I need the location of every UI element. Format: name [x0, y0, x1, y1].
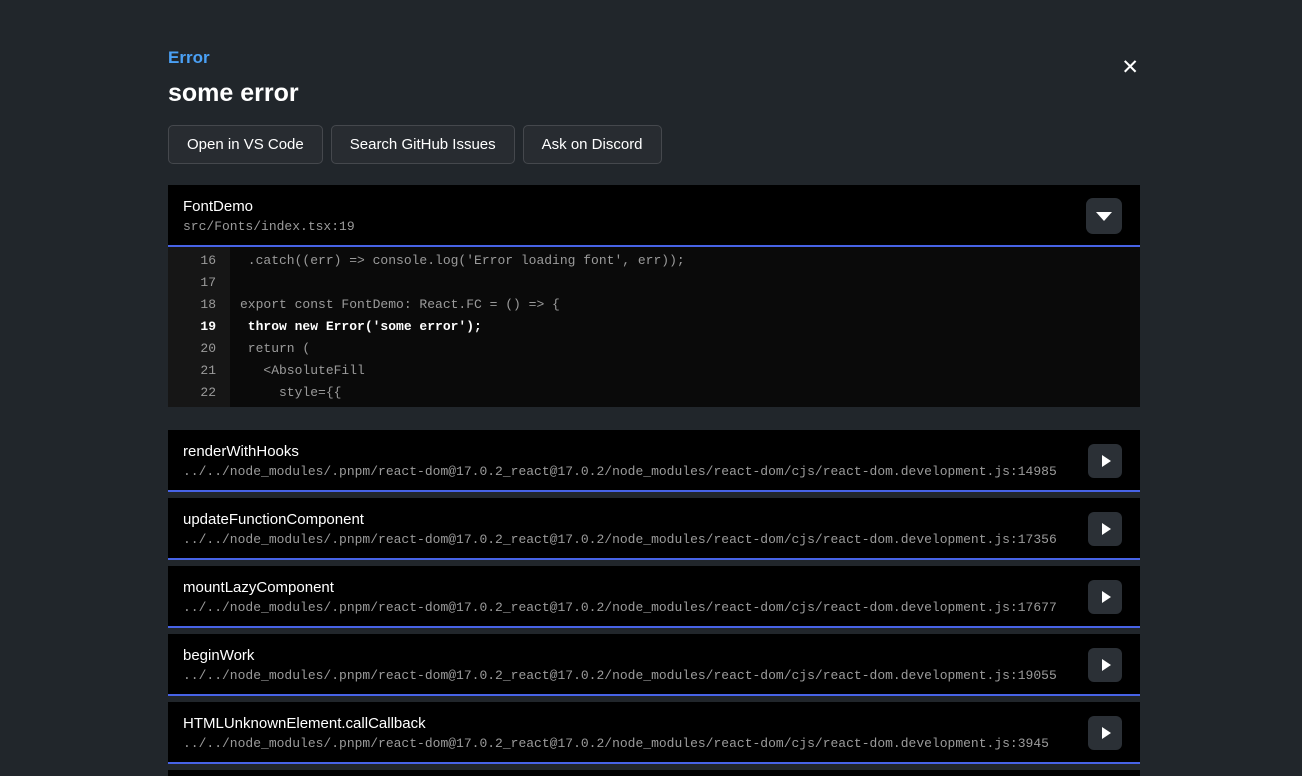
code-line: 20 return ( [168, 337, 1140, 359]
play-icon [1102, 591, 1111, 603]
code-text: .catch((err) => console.log('Error loadi… [230, 253, 685, 268]
line-number: 19 [168, 319, 230, 334]
stack-frame: renderWithHooks ../../node_modules/.pnpm… [168, 430, 1140, 492]
code-text: <AbsoluteFill [230, 363, 365, 378]
code-frame: FontDemo src/Fonts/index.tsx:19 16 .catc… [168, 185, 1140, 407]
ask-discord-button[interactable]: Ask on Discord [523, 125, 662, 164]
open-frame-button[interactable] [1088, 512, 1122, 546]
play-icon [1102, 659, 1111, 671]
stack-frame: mountLazyComponent ../../node_modules/.p… [168, 566, 1140, 628]
open-vscode-button[interactable]: Open in VS Code [168, 125, 323, 164]
line-number: 20 [168, 341, 230, 356]
line-number: 17 [168, 275, 230, 290]
stack-frame-function: updateFunctionComponent [183, 510, 1080, 529]
code-line: 21 <AbsoluteFill [168, 359, 1140, 381]
code-line: 22 style={{ [168, 381, 1140, 403]
caret-down-icon [1096, 212, 1112, 221]
stack-frame-function: renderWithHooks [183, 442, 1080, 461]
line-number: 16 [168, 253, 230, 268]
stack-frame-location: ../../node_modules/.pnpm/react-dom@17.0.… [183, 463, 1080, 480]
play-icon [1102, 455, 1111, 467]
code-line: 19 throw new Error('some error'); [168, 315, 1140, 337]
code-text: export const FontDemo: React.FC = () => … [230, 297, 560, 312]
error-overlay: Error some error Open in VS Code Search … [168, 0, 1140, 776]
stack-frame [168, 770, 1140, 776]
open-frame-button[interactable] [1088, 580, 1122, 614]
code-line: 17 [168, 271, 1140, 293]
open-frame-button[interactable] [1088, 716, 1122, 750]
error-type-label: Error [168, 0, 1140, 67]
code-text: throw new Error('some error'); [230, 319, 482, 334]
open-frame-button[interactable] [1088, 444, 1122, 478]
line-number: 22 [168, 385, 230, 400]
stack-frame: beginWork ../../node_modules/.pnpm/react… [168, 634, 1140, 696]
open-frame-button[interactable] [1088, 648, 1122, 682]
code-text: style={{ [230, 385, 341, 400]
stack-frame-function: mountLazyComponent [183, 578, 1080, 597]
stack-frame: HTMLUnknownElement.callCallback ../../no… [168, 702, 1140, 764]
code-frame-function: FontDemo [183, 197, 1124, 216]
stack-frame-location: ../../node_modules/.pnpm/react-dom@17.0.… [183, 531, 1080, 548]
play-icon [1102, 523, 1111, 535]
code-line: 16 .catch((err) => console.log('Error lo… [168, 249, 1140, 271]
stack-frame-function: beginWork [183, 646, 1080, 665]
stack-frame: updateFunctionComponent ../../node_modul… [168, 498, 1140, 560]
line-number: 21 [168, 363, 230, 378]
code-frame-header: FontDemo src/Fonts/index.tsx:19 [168, 185, 1140, 247]
play-icon [1102, 727, 1111, 739]
code-text: return ( [230, 341, 310, 356]
stack-frame-function: HTMLUnknownElement.callCallback [183, 714, 1080, 733]
code-frame-location: src/Fonts/index.tsx:19 [183, 218, 1124, 235]
error-message: some error [168, 80, 1140, 107]
stack-frame-location: ../../node_modules/.pnpm/react-dom@17.0.… [183, 667, 1080, 684]
line-number: 18 [168, 297, 230, 312]
stack-frame-location: ../../node_modules/.pnpm/react-dom@17.0.… [183, 599, 1080, 616]
code-line: 18 export const FontDemo: React.FC = () … [168, 293, 1140, 315]
stack-trace: renderWithHooks ../../node_modules/.pnpm… [168, 430, 1140, 776]
search-github-button[interactable]: Search GitHub Issues [331, 125, 515, 164]
code-snippet: 16 .catch((err) => console.log('Error lo… [168, 247, 1140, 407]
collapse-button[interactable] [1086, 198, 1122, 234]
stack-frame-location: ../../node_modules/.pnpm/react-dom@17.0.… [183, 735, 1080, 752]
action-buttons: Open in VS Code Search GitHub Issues Ask… [168, 125, 1140, 164]
